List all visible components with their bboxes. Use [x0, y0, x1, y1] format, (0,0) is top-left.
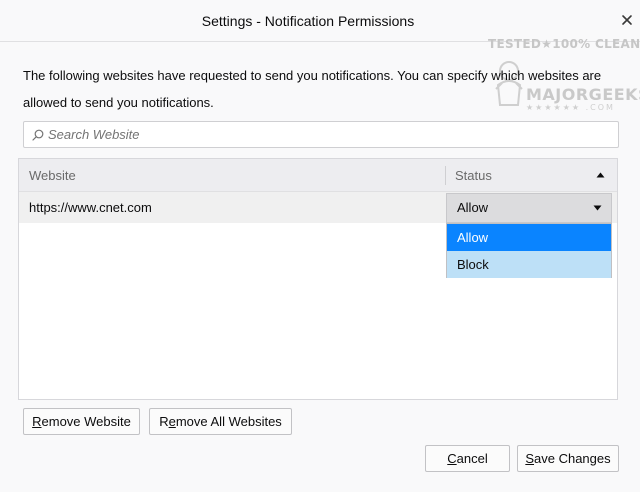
close-icon — [622, 15, 632, 25]
button-label-prefix: R — [159, 414, 169, 429]
column-header-status[interactable]: Status — [455, 159, 492, 192]
accel-key: C — [447, 451, 457, 466]
status-selected-value: Allow — [457, 200, 489, 215]
close-button[interactable] — [618, 11, 636, 29]
status-dropdown-list: Allow Block — [446, 223, 612, 278]
chevron-down-icon — [593, 205, 602, 211]
button-label: emove Website — [41, 414, 131, 429]
accel-key: S — [525, 451, 535, 466]
watermark-tested-text: TESTED★100% CLEAN — [488, 37, 640, 51]
button-label: ancel — [456, 451, 488, 466]
remove-all-websites-button[interactable]: Remove All Websites — [149, 408, 292, 435]
sort-ascending-icon — [596, 172, 605, 178]
column-header-website[interactable]: Website — [29, 159, 76, 192]
cancel-button[interactable]: Cancel — [425, 445, 510, 472]
save-changes-button[interactable]: Save Changes — [517, 445, 619, 472]
website-url: https://www.cnet.com — [29, 200, 152, 215]
search-icon — [32, 129, 44, 141]
notification-permissions-dialog: Settings - Notification Permissions TEST… — [0, 0, 640, 492]
search-input[interactable] — [48, 122, 608, 147]
button-label: ave Changes — [534, 451, 611, 466]
option-block[interactable]: Block — [447, 251, 611, 278]
status-select[interactable]: Allow — [446, 193, 612, 223]
column-separator — [445, 166, 446, 185]
description-text: The following websites have requested to… — [23, 68, 602, 110]
table-row[interactable]: https://www.cnet.com Allow — [19, 192, 617, 223]
permissions-table: Website Status https://www.cnet.com Allo… — [18, 158, 618, 400]
dialog-title: Settings - Notification Permissions — [201, 13, 415, 29]
accel-key: e — [168, 414, 176, 429]
button-label: move All Websites — [175, 414, 282, 429]
remove-website-button[interactable]: Remove Website — [23, 408, 140, 435]
title-bar: Settings - Notification Permissions — [0, 0, 640, 42]
table-header: Website Status — [19, 159, 617, 192]
option-allow[interactable]: Allow — [447, 224, 611, 251]
accel-key: R — [32, 414, 42, 429]
search-box[interactable] — [23, 121, 619, 148]
